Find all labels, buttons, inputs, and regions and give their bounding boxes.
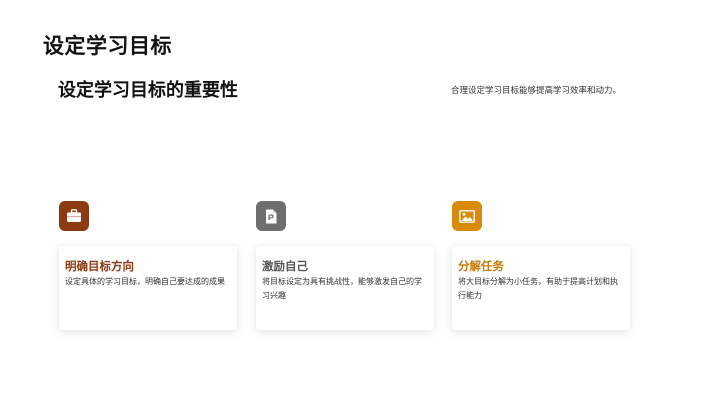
slide-title: 设定学习目标 bbox=[43, 34, 172, 58]
card-text: 将目标设定为具有挑战性，能够激发自己的学习兴趣 bbox=[262, 277, 422, 300]
card-clear-goal-direction: 明确目标方向 设定具体的学习目标，明确自己要达成的成果 bbox=[59, 246, 237, 330]
document-icon bbox=[256, 201, 286, 231]
section-subtitle: 设定学习目标的重要性 bbox=[58, 80, 238, 101]
card-title: 激励自己 bbox=[262, 259, 308, 273]
briefcase-icon bbox=[59, 201, 89, 231]
card-text: 设定具体的学习目标，明确自己要达成的成果 bbox=[65, 277, 225, 286]
intro-text: 合理设定学习目标能够提高学习效率和动力。 bbox=[451, 86, 622, 96]
image-icon bbox=[452, 201, 482, 231]
card-title: 分解任务 bbox=[458, 259, 504, 273]
card-break-down-tasks: 分解任务 将大目标分解为小任务，有助于提高计划和执行能力 bbox=[452, 246, 630, 330]
card-motivate-yourself: 激励自己 将目标设定为具有挑战性，能够激发自己的学习兴趣 bbox=[256, 246, 434, 330]
card-text: 将大目标分解为小任务，有助于提高计划和执行能力 bbox=[458, 277, 618, 300]
card-title: 明确目标方向 bbox=[65, 259, 134, 273]
